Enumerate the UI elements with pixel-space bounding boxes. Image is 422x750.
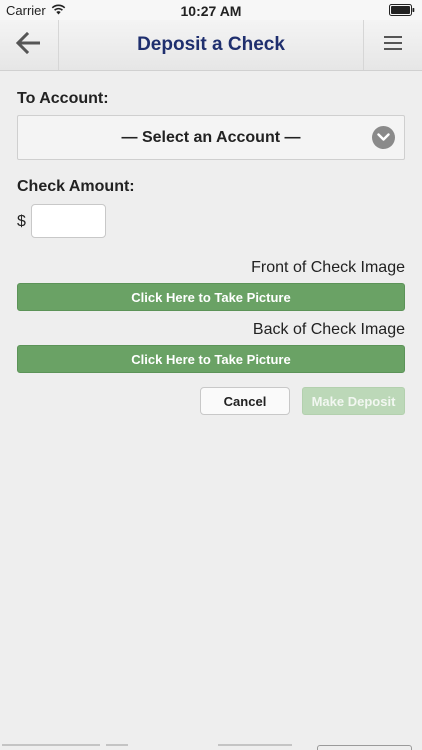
- account-select[interactable]: — Select an Account —: [17, 115, 405, 160]
- back-take-picture-button[interactable]: Click Here to Take Picture: [17, 345, 405, 373]
- chevron-down-icon: [372, 126, 395, 149]
- cancel-button[interactable]: Cancel: [200, 387, 290, 415]
- front-take-picture-button[interactable]: Click Here to Take Picture: [17, 283, 405, 311]
- menu-button[interactable]: [363, 20, 422, 70]
- check-amount-label: Check Amount:: [17, 178, 135, 195]
- back-image-label: Back of Check Image: [252, 321, 405, 338]
- make-deposit-button[interactable]: Make Deposit: [302, 387, 405, 415]
- check-amount-input[interactable]: [31, 204, 106, 238]
- to-account-label: To Account:: [17, 90, 109, 107]
- page-title: Deposit a Check: [137, 34, 285, 55]
- navigation-bar: Deposit a Check: [0, 20, 422, 71]
- footer-partial: [0, 744, 422, 750]
- footer-text-fragment: [2, 744, 100, 746]
- battery-icon: [389, 4, 415, 19]
- status-bar: Carrier 10:27 AM: [0, 0, 422, 20]
- front-image-label: Front of Check Image: [251, 259, 405, 276]
- footer-button-edge: [317, 745, 412, 750]
- currency-symbol: $: [17, 213, 26, 230]
- back-arrow-icon: [15, 31, 42, 59]
- footer-text-fragment: [218, 744, 292, 746]
- hamburger-menu-icon: [384, 35, 402, 56]
- footer-text-fragment: [106, 744, 128, 746]
- back-button[interactable]: [0, 20, 59, 70]
- clock: 10:27 AM: [180, 3, 242, 19]
- account-select-value: — Select an Account —: [121, 129, 301, 146]
